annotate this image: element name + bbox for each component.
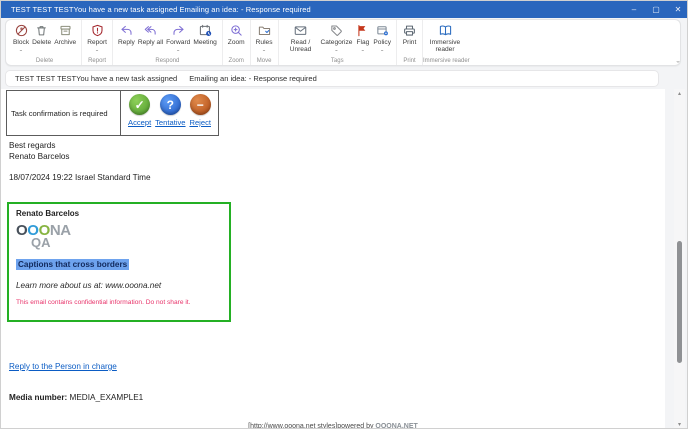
delete-icon [34,23,49,38]
accept-link[interactable]: Accept [128,118,151,127]
chevron-down-icon: ⌄ [334,49,339,53]
ribbon-group-immersive-reader: Immersive reader Immersive reader [423,20,467,65]
chevron-down-icon: ⌄ [95,49,100,53]
chevron-down-icon: ⌄ [176,49,181,53]
group-label-print: Print [397,58,422,64]
media-number-value: MEDIA_EXAMPLE1 [70,393,144,402]
flag-icon [355,23,370,38]
block-icon [14,23,29,38]
footer-powered-by: [http://www.ooona.net styles]powered by … [1,422,665,429]
ribbon-collapse-chevron-icon[interactable]: ⌄ [675,58,681,64]
ribbon-group-print: Print Print [397,20,423,65]
ribbon-group-respond: Reply Reply all Forward ⌄ Meeting Respon… [113,20,223,65]
rules-icon [257,23,272,38]
archive-button[interactable]: Archive [54,20,76,47]
reject-minus-icon[interactable]: − [190,94,211,115]
print-icon [402,23,417,38]
close-button[interactable]: ✕ [667,1,688,18]
immersive-reader-button[interactable]: Immersive reader [428,20,462,54]
group-label-delete: Delete [8,58,81,64]
media-number-label: Media number: [9,393,67,402]
meeting-icon [198,23,213,38]
group-label-respond: Respond [113,58,222,64]
forward-icon [171,23,186,38]
window-controls: – ▢ ✕ [623,1,688,18]
group-label-zoom: Zoom [223,58,250,64]
read-unread-button[interactable]: Read / Unread [284,20,318,54]
reply-to-person-link[interactable]: Reply to the Person in charge [9,362,117,371]
confidential-notice: This email contains confidential informa… [16,299,222,306]
reply-all-icon [143,23,158,38]
ribbon-group-report: Report ⌄ Report [82,20,113,65]
outlook-message-window: TEST TEST TESTYou have a new task assign… [0,0,688,429]
maximize-button[interactable]: ▢ [645,1,667,18]
ribbon-group-move: Rules ⌄ Move [251,20,279,65]
reject-option[interactable]: − Reject [189,94,211,127]
categorize-button[interactable]: Categorize ⌄ [321,20,353,53]
subject-text: Emailing an idea: - Response required [189,74,317,83]
closing-text: Best regards [9,141,55,150]
zoom-button[interactable]: Zoom [228,20,245,47]
categorize-icon [329,23,344,38]
ooona-net-brand: OOONA.NET [375,423,417,429]
reply-icon [119,23,134,38]
chevron-down-icon: ⌄ [380,49,385,53]
message-body: Task confirmation is required ✓ Accept ?… [1,89,665,429]
reply-button[interactable]: Reply [118,20,135,47]
task-confirmation-table: Task confirmation is required ✓ Accept ?… [6,90,219,136]
task-confirmation-options: ✓ Accept ? Tentative − Reject [120,90,219,136]
ooona-qa-logo: OOONA QA [16,225,222,249]
task-confirmation-question: Task confirmation is required [6,90,120,136]
sender-name: Renato Barcelos [9,152,70,161]
signature-block: Renato Barcelos OOONA QA Captions that c… [7,202,231,322]
group-label-immersive-reader: Immersive reader [423,58,467,64]
tagline-highlighted: Captions that cross borders [16,259,129,270]
window-title: TEST TEST TESTYou have a new task assign… [1,5,311,14]
accept-option[interactable]: ✓ Accept [128,94,151,127]
read-unread-icon [293,23,308,38]
tentative-link[interactable]: Tentative [155,118,185,127]
minimize-button[interactable]: – [623,1,645,18]
reject-link[interactable]: Reject [189,118,211,127]
block-button[interactable]: Block ⌄ [13,20,29,53]
group-label-tags: Tags [279,58,396,64]
meeting-button[interactable]: Meeting [193,20,216,47]
signature-name: Renato Barcelos [16,209,222,218]
policy-icon [375,23,390,38]
flag-button[interactable]: Flag ⌄ [355,20,370,53]
reply-all-button[interactable]: Reply all [138,20,163,47]
ribbon: Block ⌄ Delete Archive Delete Report [5,19,681,66]
rules-button[interactable]: Rules ⌄ [256,20,273,53]
subject-bar: TEST TEST TESTYou have a new task assign… [5,70,659,87]
group-label-move: Move [251,58,278,64]
print-button[interactable]: Print [402,20,417,47]
report-button[interactable]: Report ⌄ [87,20,107,53]
group-label-report: Report [82,58,112,64]
immersive-reader-icon [438,23,453,38]
policy-button[interactable]: Policy ⌄ [373,20,391,53]
task-name-text: TEST TEST TESTYou have a new task assign… [15,74,177,83]
tentative-option[interactable]: ? Tentative [155,94,185,127]
accept-check-icon[interactable]: ✓ [129,94,150,115]
delete-button[interactable]: Delete [32,20,51,47]
timestamp: 18/07/2024 19:22 Israel Standard Time [9,173,151,182]
vertical-scrollbar[interactable]: ▴ ▾ [674,89,685,429]
ribbon-group-delete: Block ⌄ Delete Archive Delete [8,20,82,65]
tentative-question-icon[interactable]: ? [160,94,181,115]
scroll-down-icon[interactable]: ▾ [674,421,685,428]
chevron-down-icon: ⌄ [360,49,365,53]
scroll-up-icon[interactable]: ▴ [674,90,685,97]
chevron-down-icon: ⌄ [19,49,24,53]
chevron-down-icon: ⌄ [262,49,267,53]
report-icon [90,23,105,38]
media-number-line: Media number: MEDIA_EXAMPLE1 [9,393,143,402]
ribbon-group-zoom: Zoom Zoom [223,20,251,65]
zoom-icon [229,23,244,38]
archive-icon [58,23,73,38]
learn-more-text: Learn more about us at: www.ooona.net [16,281,222,290]
scrollbar-thumb[interactable] [677,241,682,363]
ribbon-group-tags: Read / Unread Categorize ⌄ Flag ⌄ Policy… [279,20,397,65]
titlebar: TEST TEST TESTYou have a new task assign… [1,1,688,18]
forward-button[interactable]: Forward ⌄ [166,20,190,53]
